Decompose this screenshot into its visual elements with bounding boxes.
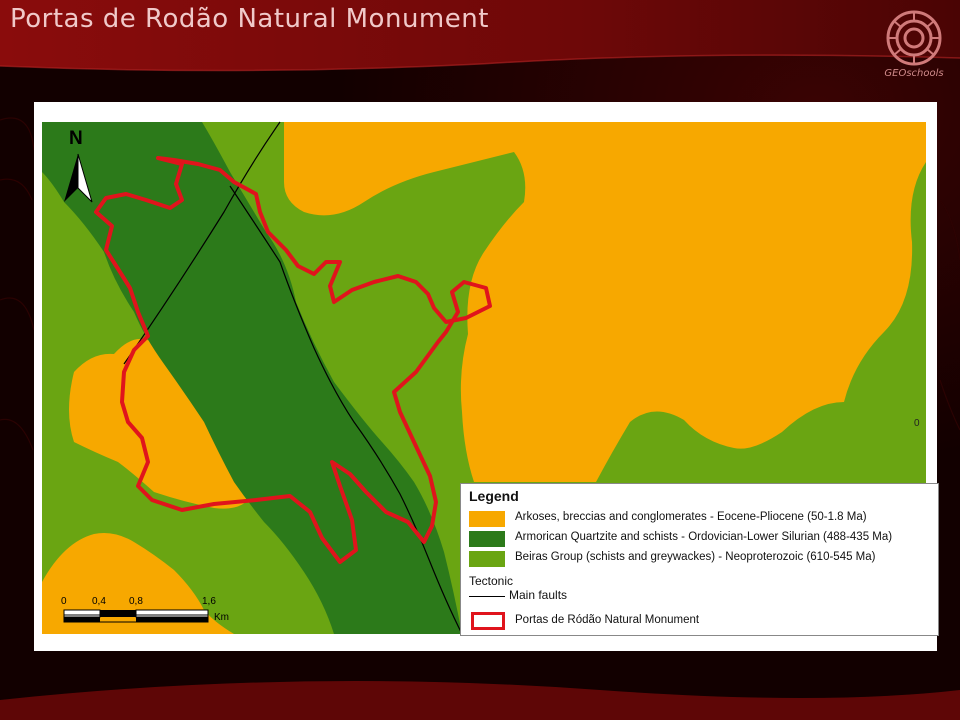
scale-tick-label: 0,8 — [129, 596, 143, 607]
legend-main-faults: Main faults — [509, 588, 568, 602]
beiras-swatch — [469, 551, 505, 567]
monument-swatch — [471, 612, 505, 630]
legend-monument: Portas de Ródão Natural Monument — [515, 614, 700, 626]
brand-name: GEOschools — [884, 68, 944, 79]
legend-title: Legend — [469, 488, 519, 504]
north-label: N — [69, 128, 83, 149]
legend-item-label: Arkoses, breccias and conglomerates - Eo… — [515, 511, 867, 523]
scale-unit-label: Km — [214, 612, 229, 623]
arkoses-swatch — [469, 511, 505, 527]
geological-map: N 0 0,4 0,8 1,6 Km 0 Legend Arkoses, bre… — [34, 102, 939, 651]
ammonite-icon — [886, 10, 942, 66]
map-edge-mark: 0 — [914, 418, 920, 429]
scale-tick-label: 0 — [61, 596, 67, 607]
map-legend: Legend Arkoses, breccias and conglomerat… — [460, 483, 939, 636]
geoschools-logo: GEOschools — [876, 6, 952, 86]
scale-tick-label: 0,4 — [92, 596, 106, 607]
legend-tectonic-heading: Tectonic — [469, 574, 514, 588]
legend-item-label: Armorican Quartzite and schists - Ordovi… — [515, 531, 893, 543]
scale-bar — [63, 609, 209, 623]
quartzite-swatch — [469, 531, 505, 547]
legend-item-label: Beiras Group (schists and greywackes) - … — [515, 551, 876, 563]
scale-tick-label: 1,6 — [202, 596, 216, 607]
fault-line-swatch — [469, 596, 505, 597]
slide-title: Portas de Rodão Natural Monument — [10, 4, 489, 34]
